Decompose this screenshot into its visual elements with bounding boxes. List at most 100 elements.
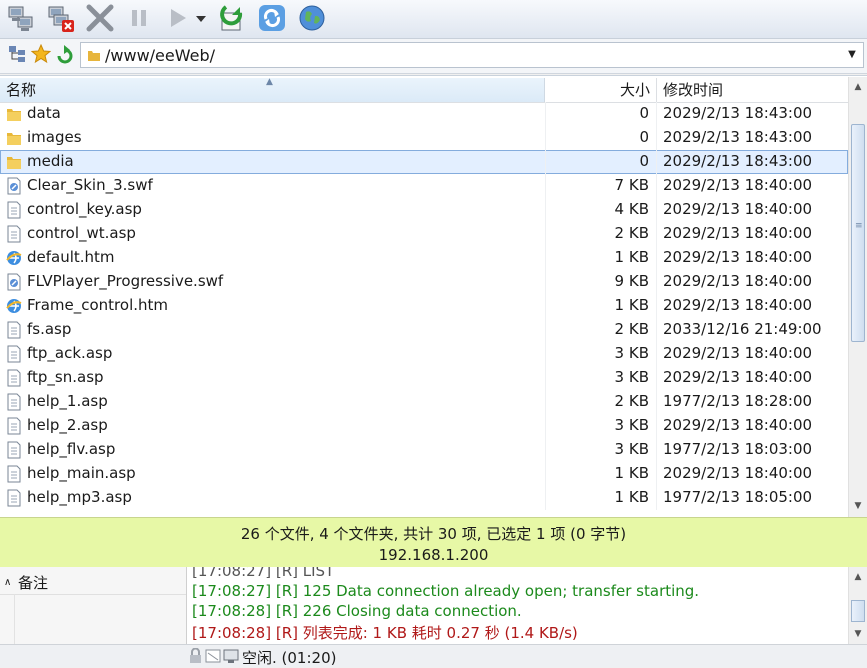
address-field[interactable]: /www/eeWeb/ ▼ <box>80 42 864 68</box>
file-name: images <box>27 128 82 146</box>
file-size: 2 KB <box>614 224 649 242</box>
ie-html-file-icon <box>5 297 23 315</box>
globe-icon[interactable] <box>297 3 327 33</box>
file-name: Frame_control.htm <box>27 296 168 314</box>
asp-file-icon <box>5 441 23 459</box>
address-path: /www/eeWeb/ <box>105 46 215 65</box>
file-size: 7 KB <box>614 176 649 194</box>
asp-file-icon <box>5 369 23 387</box>
column-size-header[interactable]: 大小 <box>545 78 657 102</box>
file-name: help_main.asp <box>27 464 136 482</box>
file-name: ftp_ack.asp <box>27 344 113 362</box>
column-name-header[interactable]: 名称 ▲ <box>0 77 545 102</box>
file-modified: 2029/2/13 18:40:00 <box>663 416 813 434</box>
asp-file-icon <box>5 417 23 435</box>
transfer-log: [17:08:27] [R] LIST [17:08:27] [R] 125 Da… <box>187 567 847 644</box>
up-folder-icon[interactable] <box>55 44 75 64</box>
file-row[interactable]: control_key.asp 4 KB 2029/2/13 18:40:00 <box>0 198 848 222</box>
file-row[interactable]: images 0 2029/2/13 18:43:00 <box>0 126 848 150</box>
file-row[interactable]: default.htm 1 KB 2029/2/13 18:40:00 <box>0 246 848 270</box>
file-size: 1 KB <box>614 488 649 506</box>
sitemap-icon[interactable] <box>7 44 27 64</box>
file-name: help_mp3.asp <box>27 488 132 506</box>
file-size: 2 KB <box>614 320 649 338</box>
file-name: media <box>27 152 74 170</box>
file-name: help_1.asp <box>27 392 108 410</box>
play-dropdown-icon[interactable] <box>193 3 209 33</box>
refresh-icon[interactable] <box>257 3 287 33</box>
favorites-star-icon[interactable] <box>30 43 52 64</box>
scrollbar-thumb[interactable]: ≡ <box>851 124 865 342</box>
connection-status: 空闲. (01:20) <box>242 649 337 667</box>
file-row[interactable]: media 0 2029/2/13 18:43:00 <box>0 150 848 174</box>
play-icon[interactable] <box>162 3 192 33</box>
notes-label: 备注 <box>18 574 49 592</box>
file-size: 3 KB <box>614 440 649 458</box>
file-row[interactable]: ftp_sn.asp 3 KB 2029/2/13 18:40:00 <box>0 366 848 390</box>
file-row[interactable]: help_mp3.asp 1 KB 1977/2/13 18:05:00 <box>0 486 848 510</box>
status-panel: 26 个文件, 4 个文件夹, 共计 30 项, 已选定 1 项 (0 字节) … <box>0 517 867 568</box>
file-modified: 2029/2/13 18:40:00 <box>663 296 813 314</box>
file-size: 1 KB <box>614 296 649 314</box>
file-row-partial <box>0 510 848 517</box>
log-line: [17:08:28] [R] 列表完成: 1 KB 耗时 0.27 秒 (1.4… <box>192 624 578 642</box>
log-line: [17:08:27] [R] 125 Data connection alrea… <box>192 582 700 600</box>
log-line: [17:08:28] [R] 226 Closing data connecti… <box>192 602 522 620</box>
file-row[interactable]: help_main.asp 1 KB 2029/2/13 18:40:00 <box>0 462 848 486</box>
address-bar: /www/eeWeb/ ▼ <box>0 39 867 74</box>
file-row[interactable]: fs.asp 2 KB 2033/12/16 21:49:00 <box>0 318 848 342</box>
disconnect-icon[interactable] <box>46 3 76 33</box>
file-row[interactable]: Frame_control.htm 1 KB 2029/2/13 18:40:00 <box>0 294 848 318</box>
file-row[interactable]: control_wt.asp 2 KB 2029/2/13 18:40:00 <box>0 222 848 246</box>
file-modified: 2029/2/13 18:40:00 <box>663 464 813 482</box>
log-scroll-down-icon[interactable]: ▼ <box>849 626 867 642</box>
file-name: help_flv.asp <box>27 440 116 458</box>
file-row[interactable]: Clear_Skin_3.swf 7 KB 2029/2/13 18:40:00 <box>0 174 848 198</box>
file-size: 1 KB <box>614 248 649 266</box>
file-size: 0 <box>639 152 649 170</box>
column-header: 名称 ▲ 大小 修改时间 <box>0 77 848 103</box>
swf-file-icon <box>5 177 23 195</box>
file-row[interactable]: help_1.asp 2 KB 1977/2/13 18:28:00 <box>0 390 848 414</box>
connect-icon[interactable] <box>6 3 36 33</box>
log-scroll-up-icon[interactable]: ▲ <box>849 569 867 585</box>
scroll-down-icon[interactable]: ▼ <box>849 498 867 515</box>
scroll-up-icon[interactable]: ▲ <box>849 79 867 96</box>
swf-file-icon <box>5 273 23 291</box>
file-list: 名称 ▲ 大小 修改时间 data 0 2029/2/13 18:43:00 imag… <box>0 75 867 517</box>
file-name: ftp_sn.asp <box>27 368 104 386</box>
refresh-download-icon[interactable] <box>216 3 246 33</box>
column-modified-header[interactable]: 修改时间 <box>657 78 848 102</box>
asp-file-icon <box>5 465 23 483</box>
file-modified: 2029/2/13 18:40:00 <box>663 200 813 218</box>
notes-panel: ∧ 备注 <box>0 567 187 644</box>
address-dropdown-icon[interactable]: ▼ <box>843 45 861 65</box>
file-size: 1 KB <box>614 464 649 482</box>
file-modified: 1977/2/13 18:28:00 <box>663 392 813 410</box>
file-size: 3 KB <box>614 368 649 386</box>
log-line: [17:08:27] [R] LIST <box>192 567 335 580</box>
expand-arrow-icon[interactable]: ∧ <box>4 572 11 594</box>
file-size: 3 KB <box>614 344 649 362</box>
file-modified: 1977/2/13 18:03:00 <box>663 440 813 458</box>
file-name: control_key.asp <box>27 200 142 218</box>
log-scrollbar[interactable]: ▲ ▼ <box>848 567 867 644</box>
stop-icon[interactable] <box>85 3 115 33</box>
log-scrollbar-thumb[interactable] <box>851 600 865 622</box>
file-modified: 2029/2/13 18:43:00 <box>663 104 813 122</box>
file-list-scrollbar[interactable]: ▲ ≡ ▼ <box>848 77 867 517</box>
toolbar <box>0 0 867 39</box>
file-size: 0 <box>639 104 649 122</box>
notes-header[interactable]: ∧ 备注 <box>0 572 186 595</box>
pause-icon[interactable] <box>124 3 154 33</box>
status-bar: 空闲. (01:20) <box>0 644 867 667</box>
file-row[interactable]: help_2.asp 3 KB 2029/2/13 18:40:00 <box>0 414 848 438</box>
file-row[interactable]: ftp_ack.asp 3 KB 2029/2/13 18:40:00 <box>0 342 848 366</box>
selection-summary: 26 个文件, 4 个文件夹, 共计 30 项, 已选定 1 项 (0 字节) <box>240 525 627 543</box>
file-row[interactable]: FLVPlayer_Progressive.swf 9 KB 2029/2/13 1… <box>0 270 848 294</box>
file-row[interactable]: help_flv.asp 3 KB 1977/2/13 18:03:00 <box>0 438 848 462</box>
file-row[interactable]: data 0 2029/2/13 18:43:00 <box>0 102 848 126</box>
window-icon <box>205 649 221 663</box>
server-host: 192.168.1.200 <box>378 546 489 564</box>
file-size: 3 KB <box>614 416 649 434</box>
